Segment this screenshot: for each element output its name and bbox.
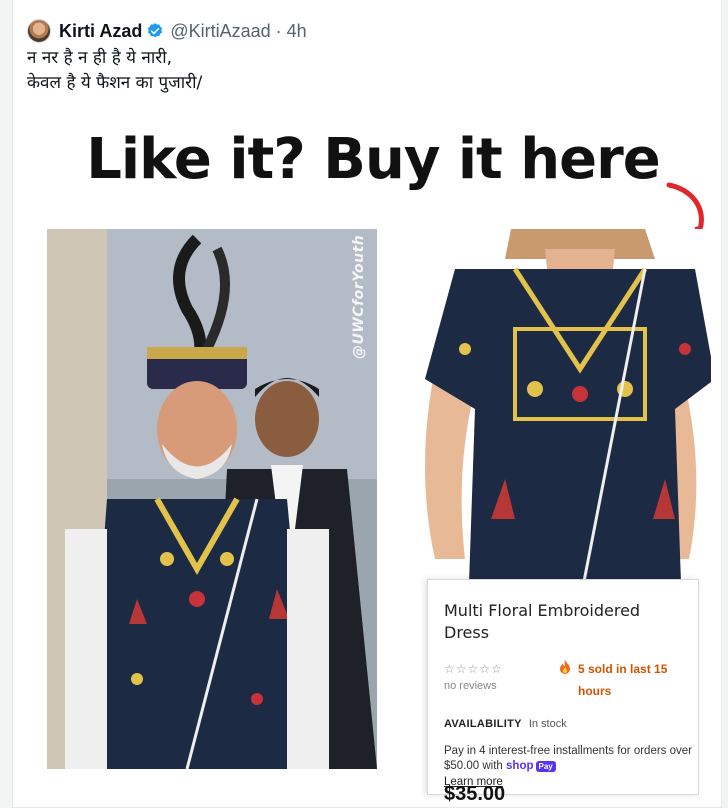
reviews-count[interactable]: no reviews (444, 678, 548, 694)
shop-pay-logo: shop Pay (506, 759, 556, 774)
photo-watermark: @UWCforYouth (351, 234, 367, 359)
photo-person-in-tunic: @UWCforYouth (47, 229, 377, 769)
author-handle[interactable]: @KirtiAzaad (170, 21, 270, 42)
installments-copy: Pay in 4 interest-free installments for … (444, 745, 692, 772)
availability-label: AVAILABILITY (444, 718, 522, 730)
avatar[interactable] (27, 19, 51, 43)
product-card[interactable]: Multi Floral Embroidered Dress ☆☆☆☆☆ no … (427, 579, 699, 805)
separator-dot: · (275, 20, 282, 41)
installments-text: Pay in 4 interest-free installments for … (444, 744, 694, 774)
sold-indicator: 5 sold in last 15 hours (558, 658, 688, 702)
tweet-text-line-1: न नर है न ही है ये नारी, (27, 48, 173, 68)
author-name[interactable]: Kirti Azad (59, 21, 142, 42)
product-title[interactable]: Multi Floral Embroidered Dress (444, 600, 684, 644)
photo-illustration (47, 229, 377, 769)
rating-row[interactable]: ☆☆☆☆☆ no reviews (444, 660, 548, 694)
availability-value: In stock (528, 718, 567, 730)
media-headline: Like it? Buy it here (86, 127, 661, 192)
verified-badge-icon (148, 23, 163, 38)
tweet-text-line-2: केवल है ये फैशन का पुजारी/ (27, 73, 203, 93)
shop-pay-pill: Pay (535, 761, 556, 772)
product-price: $35.00 (444, 783, 506, 805)
shop-pay-word: shop (506, 760, 534, 772)
star-rating-icon[interactable]: ☆☆☆☆☆ (444, 662, 503, 676)
tweet-text: न नर है न ही है ये नारी, केवल है ये फैशन… (27, 46, 687, 96)
tweet-timestamp[interactable]: 4h (287, 21, 307, 42)
tweet-header: Kirti Azad @KirtiAzaad · 4h (27, 18, 307, 44)
sold-text: 5 sold in last 15 hours (578, 662, 668, 698)
fire-icon (560, 660, 570, 674)
availability: AVAILABILITY In stock (444, 718, 567, 730)
tweet-card[interactable]: Kirti Azad @KirtiAzaad · 4h न नर है न ही… (12, 0, 722, 808)
